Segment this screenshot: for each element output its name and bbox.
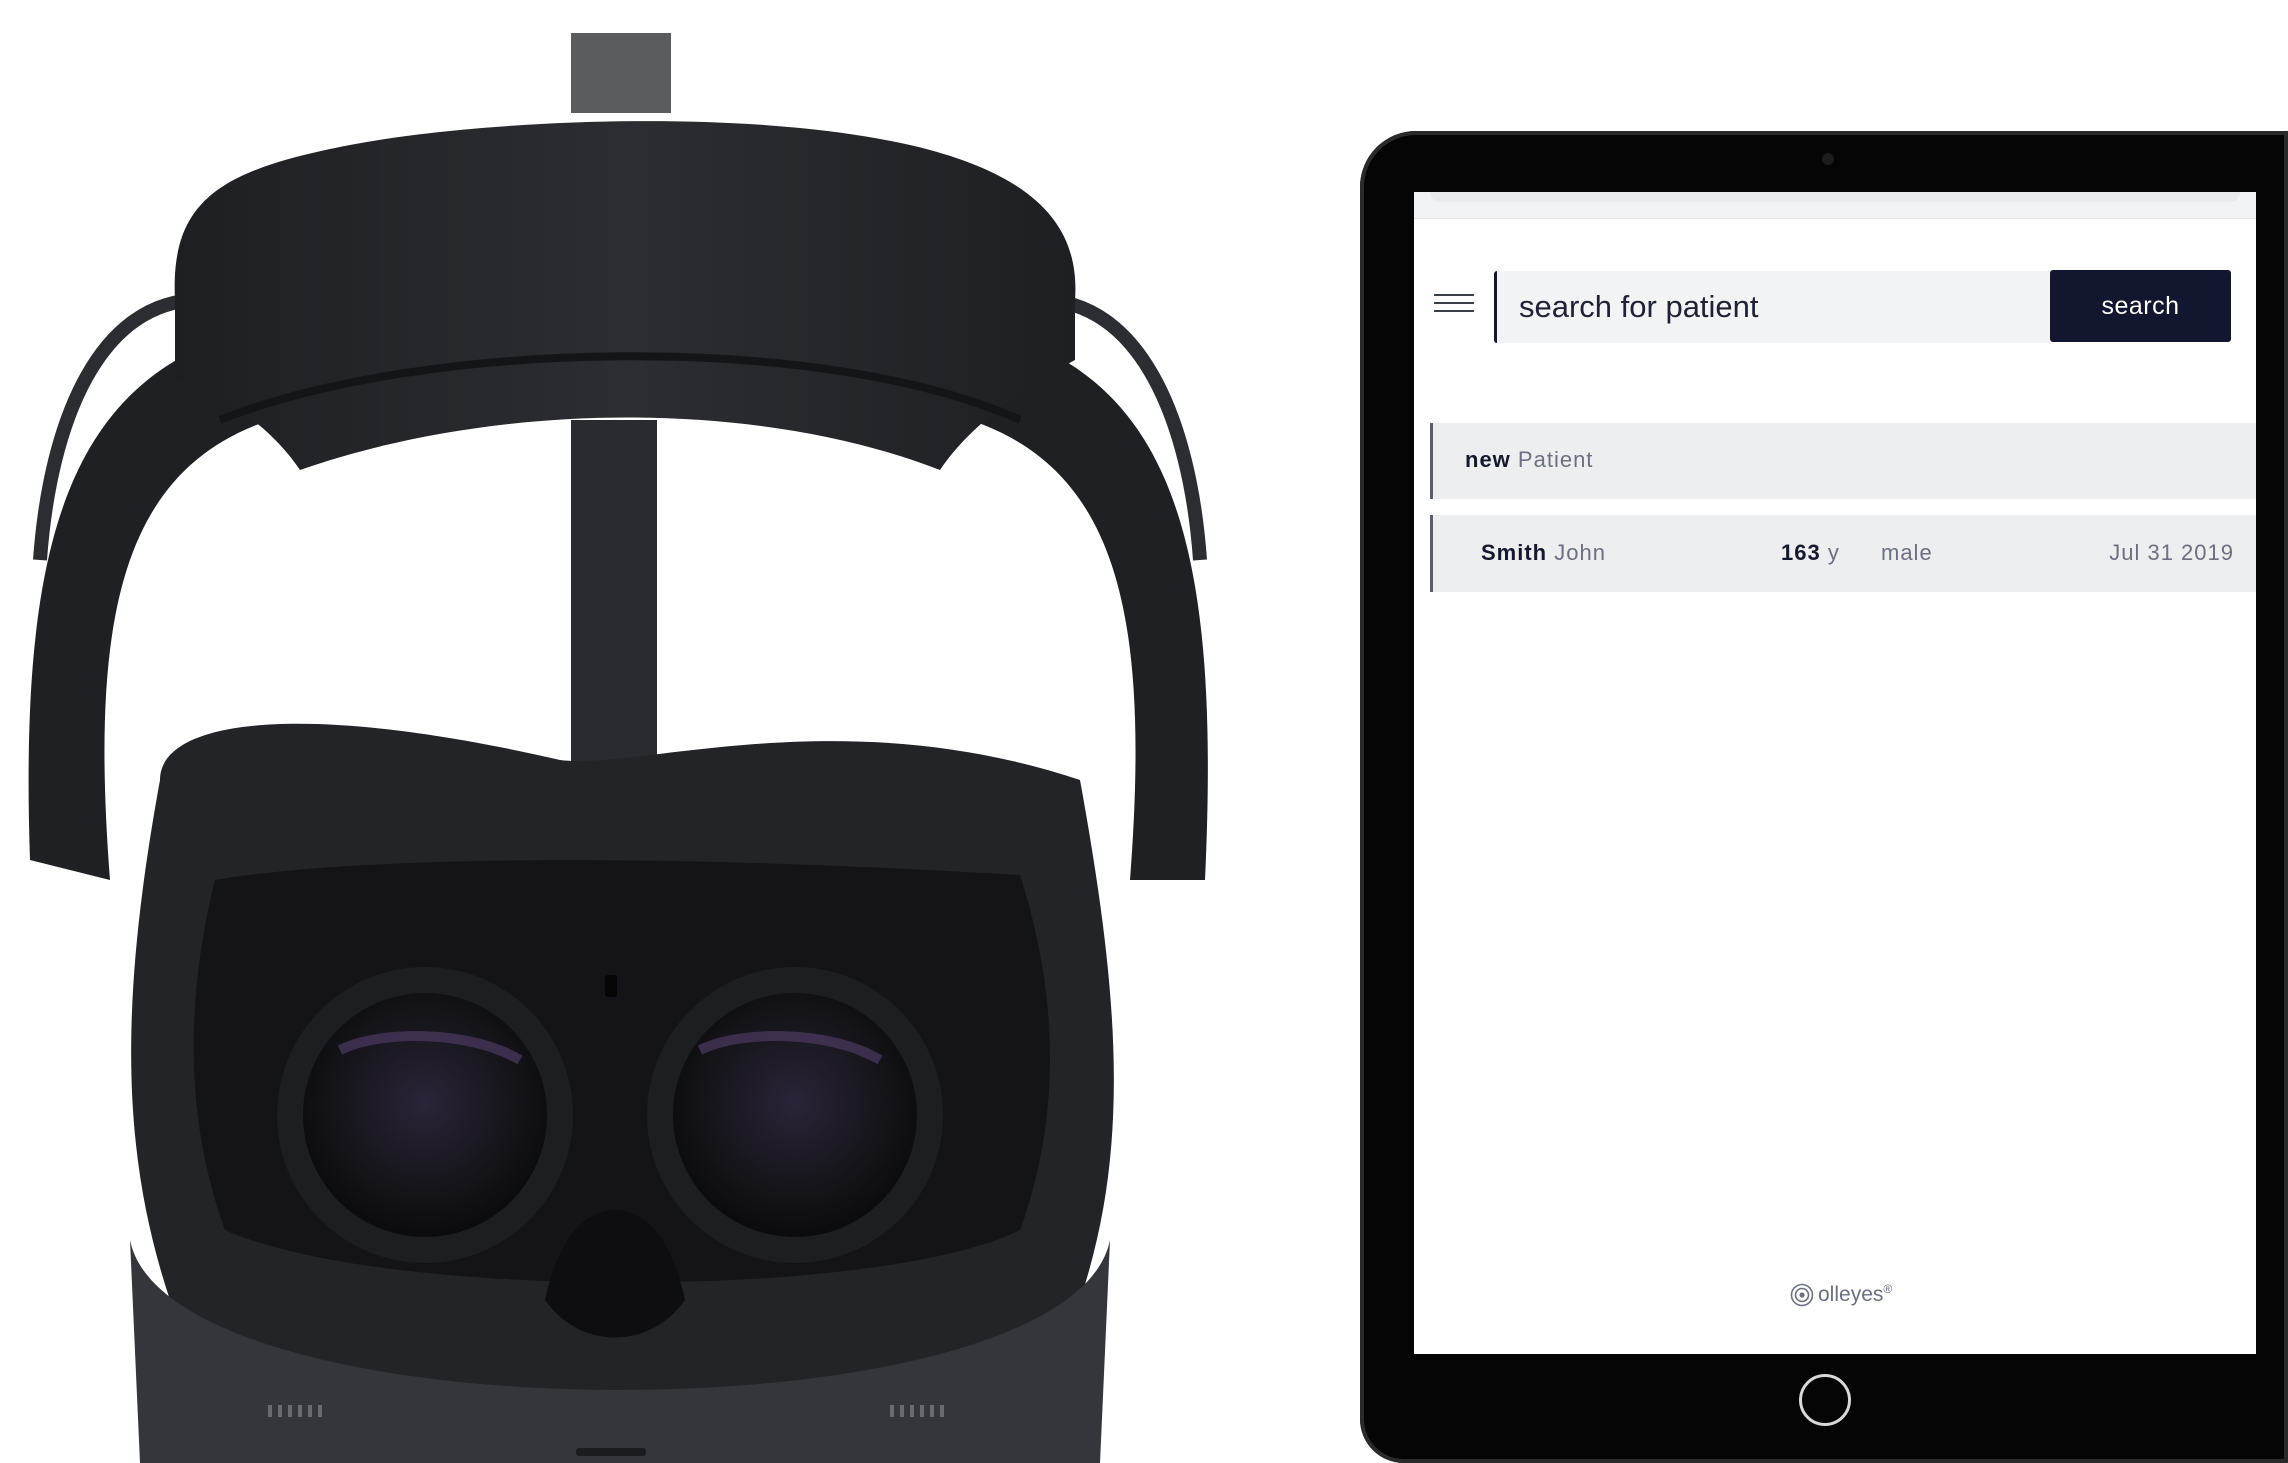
olleyes-logo-icon	[1790, 1283, 1814, 1307]
brand-name: olleyes	[1818, 1283, 1884, 1306]
hamburger-menu-icon[interactable]	[1434, 288, 1474, 318]
patient-last-name: Smith	[1481, 540, 1548, 565]
patient-date: Jul 31 2019	[2109, 540, 2234, 565]
patient-first-name: John	[1554, 540, 1606, 565]
status-bar	[1414, 192, 2256, 219]
vr-headset-image	[28, 33, 1208, 1463]
trademark-symbol: ®	[1883, 1282, 1893, 1296]
patient-age-value: 163	[1781, 540, 1821, 565]
tablet-device: search new Patient Smith John 163 y male…	[1360, 131, 2288, 1463]
patient-name: Smith John	[1481, 540, 1606, 566]
patient-gender: male	[1881, 540, 1933, 565]
new-patient-label: new Patient	[1465, 447, 1593, 473]
footer-logo: olleyes®	[1790, 1282, 1892, 1312]
new-patient-button[interactable]: new Patient	[1430, 423, 2256, 499]
camera-icon	[1822, 153, 1834, 165]
patient-label: Patient	[1517, 447, 1594, 472]
search-button[interactable]: search	[2050, 270, 2231, 342]
app-screen: search new Patient Smith John 163 y male…	[1414, 192, 2256, 1354]
patient-age: 163 y	[1781, 540, 1840, 566]
home-button[interactable]	[1799, 1374, 1851, 1426]
patient-list-item[interactable]: Smith John 163 y male Jul 31 2019	[1430, 515, 2256, 592]
patient-age-unit: y	[1827, 540, 1840, 565]
search-input[interactable]	[1494, 271, 2050, 343]
new-label: new	[1465, 447, 1511, 472]
